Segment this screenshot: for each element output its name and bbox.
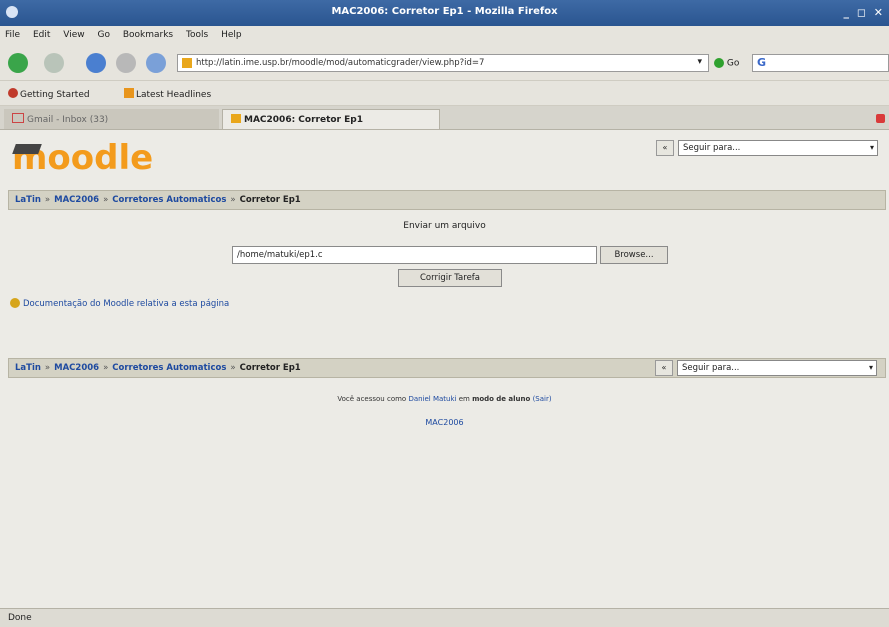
menu-edit[interactable]: Edit: [28, 26, 55, 44]
go-icon: [714, 58, 724, 68]
window-controls[interactable]: _ ◻ ✕: [843, 6, 885, 19]
breadcrumb-latin[interactable]: LaTin: [15, 363, 41, 373]
breadcrumb-current: Corretor Ep1: [239, 195, 301, 205]
breadcrumb-separator: »: [44, 195, 51, 205]
course-link[interactable]: MAC2006: [0, 418, 889, 427]
menu-help[interactable]: Help: [216, 26, 247, 44]
menu-file[interactable]: File: [0, 26, 25, 44]
chevron-down-icon: ▾: [868, 363, 873, 372]
jump-back-button[interactable]: «: [655, 360, 673, 376]
bookmark-label: Getting Started: [20, 90, 90, 100]
go-button[interactable]: Go: [714, 58, 739, 69]
documentation-link-text: Documentação do Moodle relativa a esta p…: [23, 299, 230, 309]
url-text: http://latin.ime.usp.br/moodle/mod/autom…: [196, 58, 485, 68]
menu-bookmarks[interactable]: Bookmarks: [118, 26, 178, 44]
bookmark-getting-started[interactable]: Getting Started: [8, 88, 90, 100]
breadcrumb-latin[interactable]: LaTin: [15, 195, 41, 205]
breadcrumb-bottom: LaTin» MAC2006» Corretores Automaticos» Cor…: [8, 358, 886, 378]
close-tab-icon[interactable]: [876, 114, 885, 123]
tab-bar: Gmail - Inbox (33) MAC2006: Corretor Ep1: [0, 106, 889, 130]
window-titlebar: MAC2006: Corretor Ep1 - Mozilla Firefox …: [0, 0, 889, 26]
breadcrumb-mac2006[interactable]: MAC2006: [54, 195, 99, 205]
chevron-down-icon: ▾: [869, 143, 874, 152]
go-label: Go: [726, 58, 740, 69]
bookmarks-toolbar: Getting Started Latest Headlines: [0, 81, 889, 106]
breadcrumb: LaTin» MAC2006» Corretores Automaticos» Cor…: [8, 190, 886, 210]
breadcrumb-separator: »: [230, 363, 236, 373]
bookmark-label: Latest Headlines: [136, 90, 212, 100]
jump-to-select[interactable]: Seguir para... ▾: [677, 360, 877, 376]
user-link[interactable]: Daniel Matuki: [408, 395, 456, 403]
jump-to-value: Seguir para...: [683, 143, 741, 153]
logout-link[interactable]: (Sair): [533, 395, 552, 403]
back-icon[interactable]: [8, 53, 28, 73]
tab-label: MAC2006: Corretor Ep1: [244, 115, 363, 125]
graduation-cap-icon: [12, 144, 42, 154]
jump-to-top: « Seguir para... ▾: [656, 140, 878, 156]
breadcrumb-current: Corretor Ep1: [239, 363, 301, 373]
tab-gmail[interactable]: Gmail - Inbox (33): [4, 109, 219, 129]
jump-to-bottom: « Seguir para... ▾: [655, 360, 877, 376]
home-icon[interactable]: [146, 53, 166, 73]
breadcrumb-corretores[interactable]: Corretores Automaticos: [112, 363, 226, 373]
login-middle: em: [456, 395, 473, 403]
url-bar[interactable]: http://latin.ime.usp.br/moodle/mod/autom…: [177, 54, 709, 72]
google-icon: G: [757, 56, 767, 69]
login-prefix: Você acessou como: [337, 395, 409, 403]
breadcrumb-separator: »: [103, 363, 109, 373]
file-input[interactable]: /home/matuki/ep1.c: [232, 246, 597, 264]
page-content: moodle «Seguir para... ▾ LaTin» MAC2006» Co…: [0, 130, 889, 608]
login-role: de aluno: [496, 395, 531, 403]
breadcrumb-separator: »: [44, 363, 51, 373]
upload-heading: Enviar um arquivo: [403, 221, 486, 231]
jump-to-value: Seguir para...: [682, 363, 740, 373]
login-info: Você acessou como Daniel Matuki em modo …: [0, 395, 889, 403]
breadcrumb-separator: »: [230, 195, 236, 205]
jump-to-select[interactable]: Seguir para... ▾: [678, 140, 878, 156]
breadcrumb-corretores[interactable]: Corretores Automaticos: [112, 195, 226, 205]
window-title: MAC2006: Corretor Ep1 - Mozilla Firefox: [331, 6, 558, 17]
moodle-favicon: [231, 114, 241, 123]
navigation-toolbar: http://latin.ime.usp.br/moodle/mod/autom…: [0, 46, 889, 81]
info-icon: [10, 298, 20, 308]
bookmark-latest-headlines[interactable]: Latest Headlines: [124, 88, 211, 100]
gmail-icon: [12, 113, 24, 123]
rss-icon: [124, 88, 134, 98]
status-text: Done: [8, 613, 32, 623]
submit-button[interactable]: Corrigir Tarefa: [398, 269, 502, 287]
chevron-down-icon[interactable]: ▾: [697, 57, 702, 67]
stop-icon[interactable]: [116, 53, 136, 73]
menu-bar: File Edit View Go Bookmarks Tools Help: [0, 26, 889, 46]
menu-go[interactable]: Go: [92, 26, 114, 44]
breadcrumb-separator: »: [103, 195, 109, 205]
moodle-logo[interactable]: moodle: [12, 138, 153, 178]
bookmark-icon: [8, 88, 18, 98]
status-bar: Done: [0, 608, 889, 627]
breadcrumb-mac2006[interactable]: MAC2006: [54, 363, 99, 373]
documentation-link[interactable]: Documentação do Moodle relativa a esta p…: [10, 298, 229, 309]
menu-tools[interactable]: Tools: [181, 26, 213, 44]
menu-view[interactable]: View: [58, 26, 89, 44]
tab-label: Gmail - Inbox (33): [27, 115, 109, 125]
jump-back-button[interactable]: «: [656, 140, 674, 156]
forward-icon[interactable]: [44, 53, 64, 73]
browse-button[interactable]: Browse...: [600, 246, 668, 264]
site-favicon: [182, 58, 192, 68]
search-input[interactable]: G: [752, 54, 889, 72]
login-mode: modo: [472, 395, 494, 403]
tab-moodle[interactable]: MAC2006: Corretor Ep1: [222, 109, 440, 129]
reload-icon[interactable]: [86, 53, 106, 73]
